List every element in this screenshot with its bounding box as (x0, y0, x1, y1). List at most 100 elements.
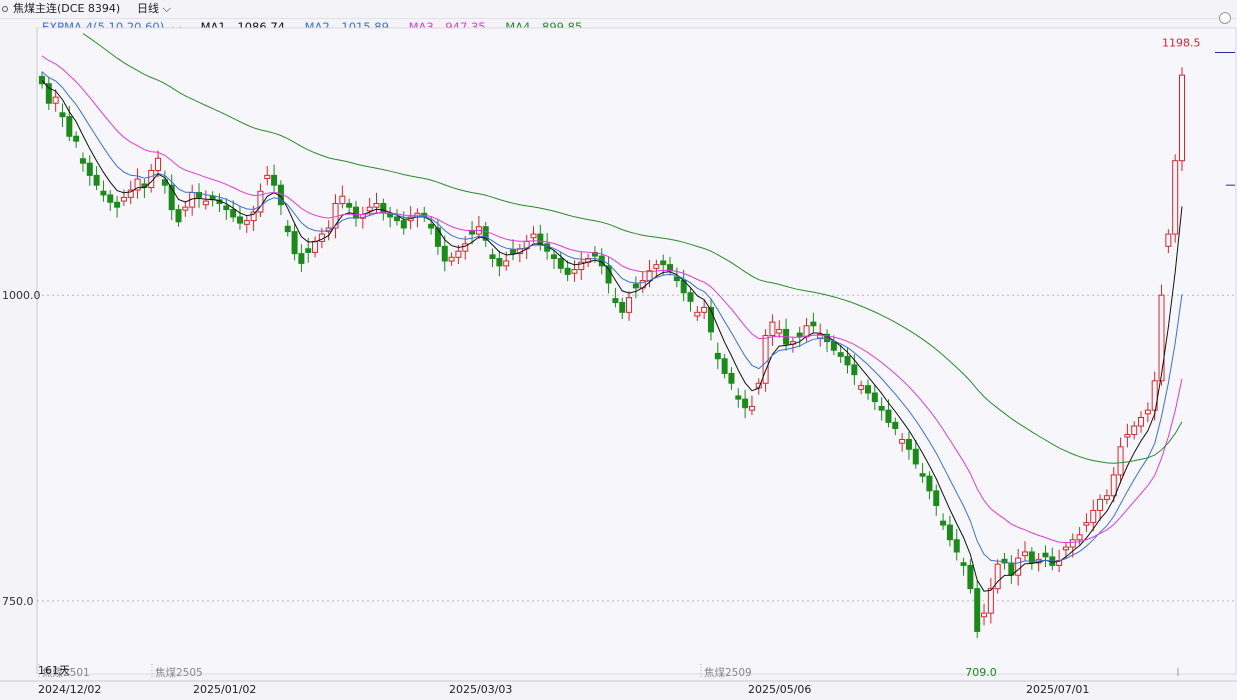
candle-body (946, 524, 953, 541)
candle-body (926, 475, 933, 492)
candle-body (1117, 446, 1124, 476)
candle-body (626, 297, 633, 313)
candle-body (271, 174, 278, 186)
contract-label: 焦煤2505 (155, 666, 203, 679)
candle-body (912, 448, 919, 465)
candle-body (646, 270, 653, 282)
candle-body (236, 216, 243, 224)
candle-body (1083, 522, 1090, 526)
candle-body (994, 563, 1001, 590)
candle-body (79, 158, 86, 164)
candle-body (230, 209, 237, 218)
candle-body (899, 438, 906, 444)
candle-body (455, 250, 462, 258)
contract-label: 焦煤2509 (704, 666, 752, 679)
candle-body (537, 233, 544, 245)
candle-body (1062, 546, 1069, 551)
candle-body (52, 96, 59, 104)
candle-body (1179, 74, 1185, 162)
candle-body (612, 298, 619, 304)
x-tick-label: 2025/01/02 (193, 683, 256, 696)
candle-body (305, 248, 312, 253)
candle-body (694, 311, 701, 317)
candle-body (175, 209, 182, 223)
candle-body (571, 269, 578, 274)
candle-body (919, 473, 926, 477)
candle-body (905, 438, 912, 450)
candle-body (503, 260, 510, 267)
candle-body (687, 292, 694, 302)
candle-body (1097, 498, 1104, 511)
candle-body (810, 321, 817, 327)
candle-body (366, 206, 373, 212)
plot-area (36, 27, 1237, 675)
candle-body (223, 205, 230, 211)
candle-body (796, 332, 803, 338)
candle-body (312, 240, 319, 253)
candle-body (714, 352, 721, 360)
candle-body (1042, 552, 1049, 558)
candle-body (967, 564, 974, 590)
candle-body (1144, 409, 1151, 415)
candle-body (86, 162, 93, 176)
candle-body (974, 588, 981, 632)
candle-body (496, 258, 503, 267)
candle-body (844, 355, 851, 366)
candle-body (243, 220, 250, 225)
candle-body (878, 405, 885, 411)
candle-body (769, 321, 776, 337)
candle-body (673, 276, 680, 282)
candle-body (837, 352, 844, 357)
candlestick-chart[interactable]: 1000.0750.01198.5709.0焦煤2501 焦煤2505 焦煤2509… (0, 0, 1237, 700)
candle-body (107, 194, 114, 203)
candle-body (1110, 474, 1117, 497)
candle-body (1103, 495, 1110, 500)
candle-body (100, 190, 107, 196)
candle-body (728, 372, 735, 384)
candle-body (619, 302, 626, 313)
candle-body (885, 409, 892, 423)
candle-body (66, 116, 73, 137)
candle-body (557, 258, 564, 269)
candle-body (981, 612, 988, 618)
candle-body (660, 260, 667, 266)
candle-body (1165, 233, 1172, 247)
close-icon[interactable] (1219, 12, 1231, 24)
candle-body (871, 392, 878, 403)
candle-body (953, 539, 960, 553)
candle-body (291, 231, 298, 255)
candle-body (346, 203, 353, 208)
candle-body (701, 306, 708, 313)
candle-body (933, 490, 940, 506)
candle-body (489, 254, 496, 260)
candle-body (667, 264, 674, 272)
high-annotation: 1198.5 (1162, 37, 1201, 50)
x-tick-label: 2025/07/01 (1026, 683, 1089, 696)
candle-body (892, 421, 899, 429)
y-tick-label: 1000.0 (2, 289, 41, 302)
candle-body (428, 223, 435, 229)
candle-body (721, 358, 728, 374)
candle-body (940, 520, 947, 526)
candle-body (530, 233, 537, 239)
candle-body (1172, 160, 1179, 235)
candle-body (776, 328, 783, 334)
candle-body (441, 245, 448, 262)
y-tick-label: 750.0 (2, 595, 34, 608)
candle-body (632, 283, 639, 289)
candle-body (510, 249, 517, 255)
candle-body (120, 196, 127, 202)
candle-body (1015, 557, 1022, 576)
candle-body (434, 227, 441, 247)
candle-body (298, 253, 305, 264)
candle-body (59, 112, 66, 118)
candle-body (264, 174, 271, 180)
candle-body (1090, 509, 1097, 524)
candle-body (73, 135, 80, 142)
candle-body (353, 206, 360, 219)
candle-body (735, 395, 742, 400)
candle-body (1124, 434, 1131, 438)
candle-body (114, 201, 121, 208)
candle-body (400, 220, 407, 229)
x-tick-label: 2025/05/06 (748, 683, 811, 696)
